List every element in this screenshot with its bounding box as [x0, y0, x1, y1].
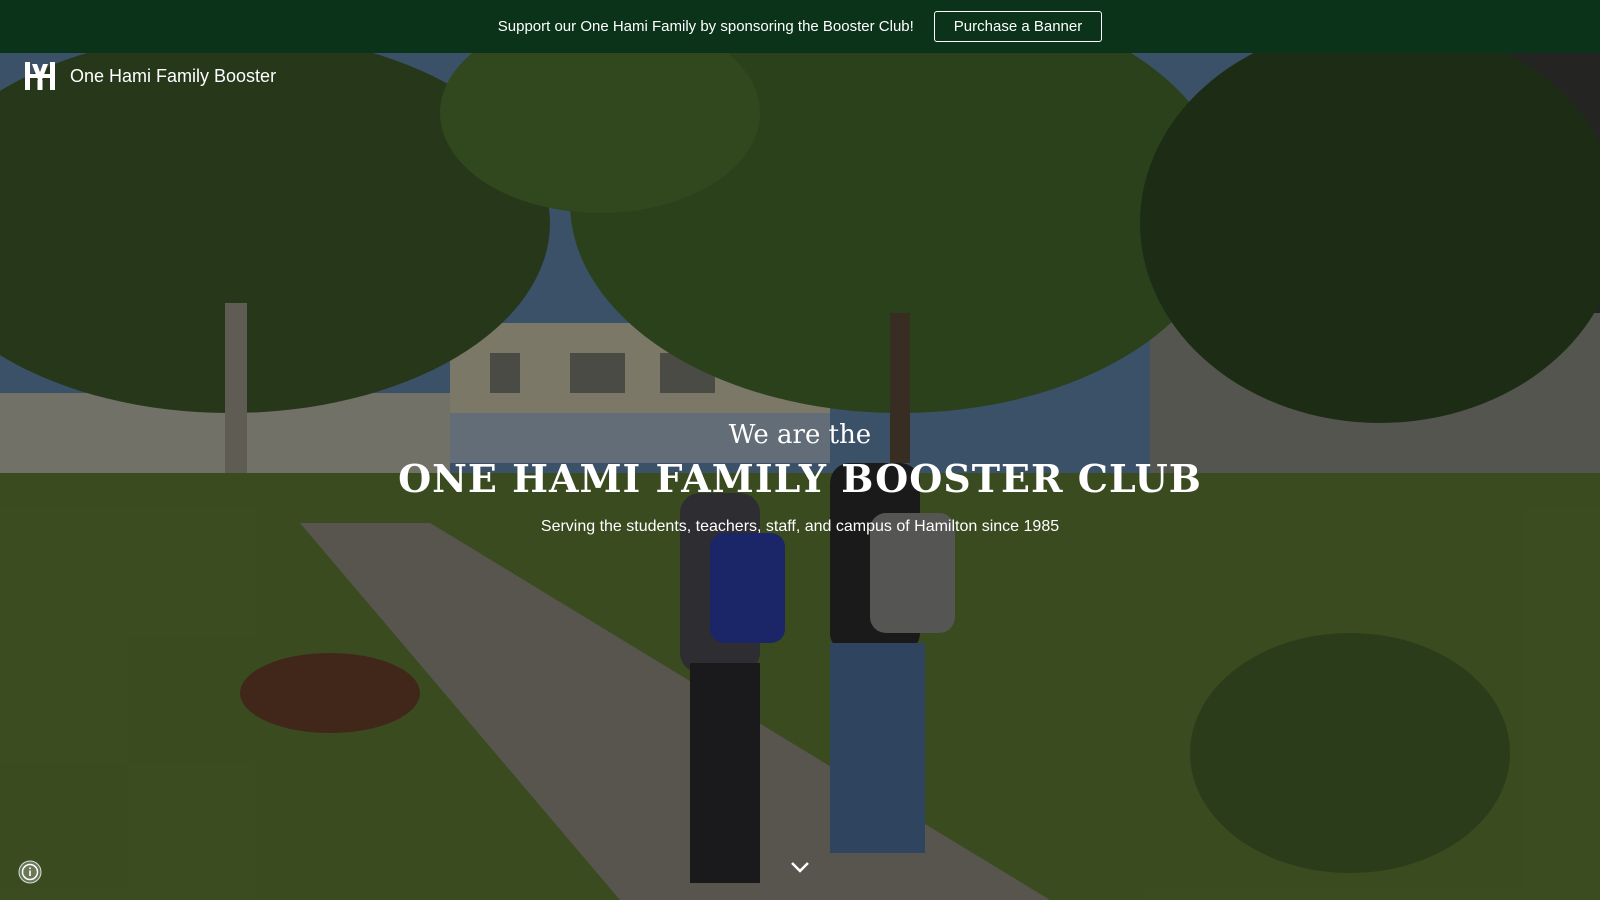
hm-monogram-icon	[25, 62, 55, 90]
hero-subline: Serving the students, teachers, staff, a…	[540, 518, 1060, 535]
chevron-down-icon[interactable]	[790, 860, 810, 874]
info-icon[interactable]	[18, 860, 42, 884]
purchase-banner-button[interactable]: Purchase a Banner	[933, 11, 1103, 42]
announcement-text: Support our One Hami Family by sponsorin…	[497, 18, 914, 35]
site-title[interactable]: One Hami Family Booster	[70, 66, 276, 87]
site-header[interactable]: One Hami Family Booster	[22, 58, 276, 94]
hero-headline: ONE HAMI FAMILY BOOSTER CLUB	[398, 456, 1202, 501]
announcement-bar: Support our One Hami Family by sponsorin…	[0, 0, 1600, 53]
hero-kicker: We are the	[728, 420, 872, 450]
